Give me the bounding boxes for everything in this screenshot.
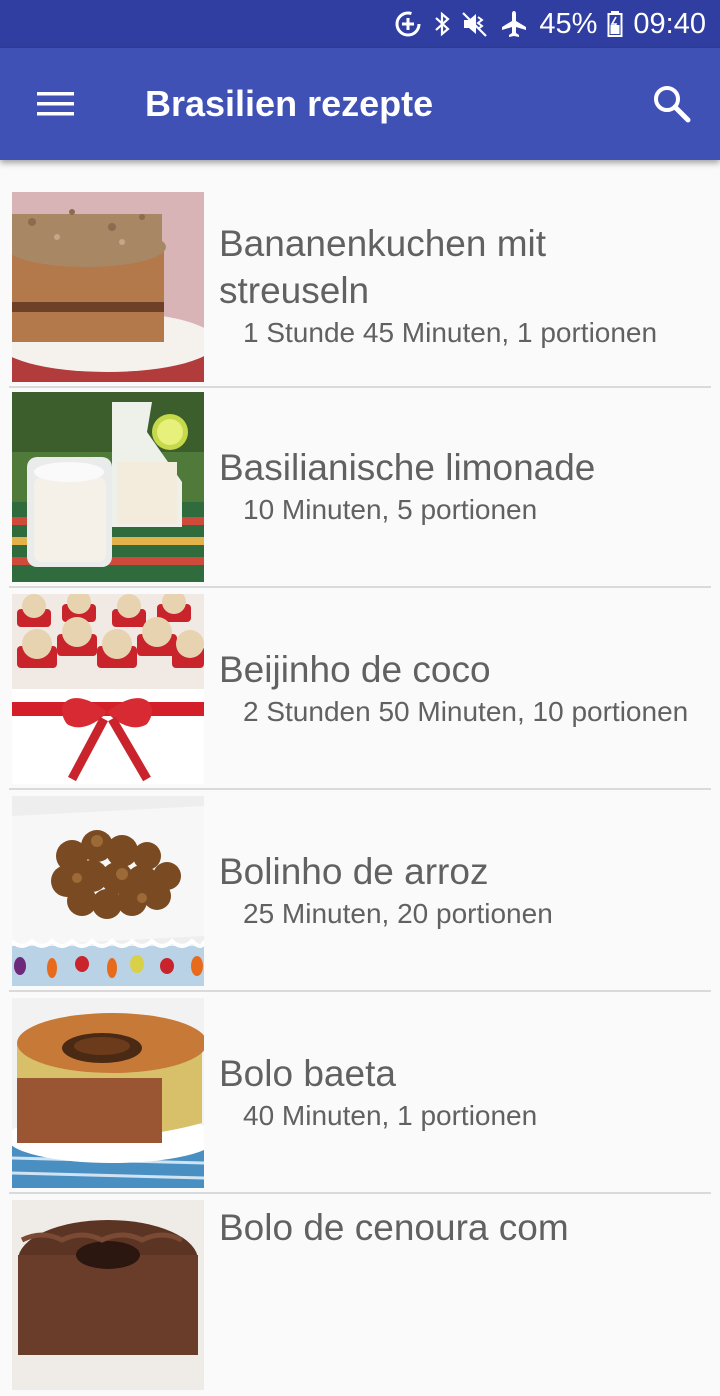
mute-vibrate-icon bbox=[461, 9, 489, 39]
recipe-subtitle: 40 Minuten, 1 portionen bbox=[243, 1099, 538, 1131]
clock: 09:40 bbox=[633, 7, 706, 40]
recipe-title: Beijinho de coco bbox=[219, 648, 491, 690]
menu-button[interactable] bbox=[26, 78, 86, 130]
recipe-title: Bolinho de arroz bbox=[219, 850, 489, 892]
recipe-thumbnail bbox=[12, 594, 204, 784]
recipe-title: Bananenkuchen mit streuseln bbox=[219, 223, 547, 311]
bluetooth-icon bbox=[433, 9, 451, 39]
search-icon bbox=[654, 86, 691, 123]
recipe-subtitle: 10 Minuten, 5 portionen bbox=[243, 493, 538, 525]
data-saver-icon bbox=[393, 9, 423, 39]
recipe-row[interactable]: Bananenkuchen mit streuseln 1 Stunde 45 … bbox=[9, 188, 711, 388]
recipe-subtitle: 1 Stunde 45 Minuten, 1 portionen bbox=[243, 317, 658, 348]
search-button[interactable] bbox=[640, 76, 704, 132]
recipe-thumbnail bbox=[12, 796, 204, 986]
page-title: Brasilien rezepte bbox=[145, 83, 434, 124]
recipe-subtitle: 25 Minuten, 20 portionen bbox=[243, 897, 553, 929]
battery-icon bbox=[607, 10, 623, 38]
recipe-thumbnail bbox=[12, 392, 204, 582]
recipe-row[interactable]: Bolo de cenoura com bbox=[9, 1196, 711, 1396]
recipe-title: Basilianische limonade bbox=[219, 446, 596, 488]
recipe-subtitle: 2 Stunden 50 Minuten, 10 portionen bbox=[243, 695, 689, 727]
battery-percent: 45% bbox=[539, 7, 598, 40]
recipe-thumbnail bbox=[12, 998, 204, 1188]
recipe-title: Bolo de cenoura com bbox=[219, 1207, 569, 1248]
recipe-row[interactable]: Bolinho de arroz 25 Minuten, 20 portione… bbox=[9, 792, 711, 992]
recipe-row[interactable]: Basilianische limonade 10 Minuten, 5 por… bbox=[9, 388, 711, 588]
recipe-thumbnail bbox=[12, 1200, 204, 1390]
app-bar: Brasilien rezepte bbox=[0, 48, 720, 160]
recipe-thumbnail bbox=[12, 192, 204, 382]
recipe-row[interactable]: Beijinho de coco 2 Stunden 50 Minuten, 1… bbox=[9, 590, 711, 790]
recipe-title: Bolo baeta bbox=[219, 1052, 396, 1094]
recipe-row[interactable]: Bolo baeta 40 Minuten, 1 portionen bbox=[9, 994, 711, 1194]
status-bar: 45% 09:40 bbox=[0, 0, 720, 48]
hamburger-menu-icon bbox=[37, 92, 74, 116]
airplane-icon bbox=[499, 9, 529, 39]
